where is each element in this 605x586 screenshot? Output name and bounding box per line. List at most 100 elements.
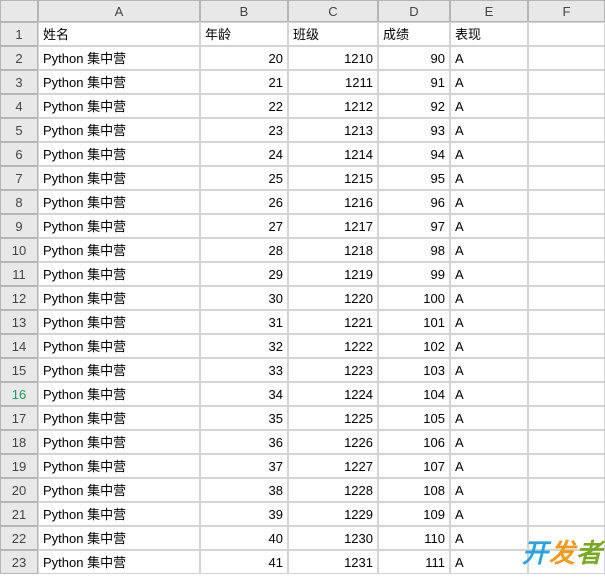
cell-B15[interactable]: 33: [200, 358, 288, 382]
cell-A16[interactable]: Python 集中营: [38, 382, 200, 406]
cell-D9[interactable]: 97: [378, 214, 450, 238]
cell-F7[interactable]: [528, 166, 605, 190]
cell-D11[interactable]: 99: [378, 262, 450, 286]
cell-A23[interactable]: Python 集中营: [38, 550, 200, 574]
column-header-B[interactable]: B: [200, 0, 288, 22]
cell-B21[interactable]: 39: [200, 502, 288, 526]
column-header-E[interactable]: E: [450, 0, 528, 22]
cell-E18[interactable]: A: [450, 430, 528, 454]
cell-F9[interactable]: [528, 214, 605, 238]
cell-E16[interactable]: A: [450, 382, 528, 406]
cell-A20[interactable]: Python 集中营: [38, 478, 200, 502]
cell-A18[interactable]: Python 集中营: [38, 430, 200, 454]
cell-D3[interactable]: 91: [378, 70, 450, 94]
cell-C3[interactable]: 1211: [288, 70, 378, 94]
cell-D16[interactable]: 104: [378, 382, 450, 406]
cell-D2[interactable]: 90: [378, 46, 450, 70]
cell-B9[interactable]: 27: [200, 214, 288, 238]
cell-F17[interactable]: [528, 406, 605, 430]
cell-B16[interactable]: 34: [200, 382, 288, 406]
cell-F1[interactable]: [528, 22, 605, 46]
cell-B11[interactable]: 29: [200, 262, 288, 286]
cell-F18[interactable]: [528, 430, 605, 454]
cell-B13[interactable]: 31: [200, 310, 288, 334]
cell-B18[interactable]: 36: [200, 430, 288, 454]
cell-D14[interactable]: 102: [378, 334, 450, 358]
row-header-17[interactable]: 17: [0, 406, 38, 430]
cell-C5[interactable]: 1213: [288, 118, 378, 142]
cell-D15[interactable]: 103: [378, 358, 450, 382]
cell-B23[interactable]: 41: [200, 550, 288, 574]
cell-C23[interactable]: 1231: [288, 550, 378, 574]
cell-D12[interactable]: 100: [378, 286, 450, 310]
cell-A13[interactable]: Python 集中营: [38, 310, 200, 334]
cell-E2[interactable]: A: [450, 46, 528, 70]
cell-E11[interactable]: A: [450, 262, 528, 286]
cell-B22[interactable]: 40: [200, 526, 288, 550]
cell-E15[interactable]: A: [450, 358, 528, 382]
row-header-5[interactable]: 5: [0, 118, 38, 142]
column-header-D[interactable]: D: [378, 0, 450, 22]
cell-E14[interactable]: A: [450, 334, 528, 358]
select-all-corner[interactable]: [0, 0, 38, 22]
cell-C1[interactable]: 班级: [288, 22, 378, 46]
row-header-23[interactable]: 23: [0, 550, 38, 574]
cell-B3[interactable]: 21: [200, 70, 288, 94]
row-header-15[interactable]: 15: [0, 358, 38, 382]
cell-E5[interactable]: A: [450, 118, 528, 142]
column-header-F[interactable]: F: [528, 0, 605, 22]
cell-A14[interactable]: Python 集中营: [38, 334, 200, 358]
cell-F4[interactable]: [528, 94, 605, 118]
cell-E22[interactable]: A: [450, 526, 528, 550]
cell-A2[interactable]: Python 集中营: [38, 46, 200, 70]
cell-F8[interactable]: [528, 190, 605, 214]
cell-D4[interactable]: 92: [378, 94, 450, 118]
cell-C16[interactable]: 1224: [288, 382, 378, 406]
cell-B5[interactable]: 23: [200, 118, 288, 142]
cell-E19[interactable]: A: [450, 454, 528, 478]
row-header-4[interactable]: 4: [0, 94, 38, 118]
cell-C10[interactable]: 1218: [288, 238, 378, 262]
cell-C21[interactable]: 1229: [288, 502, 378, 526]
cell-C12[interactable]: 1220: [288, 286, 378, 310]
cell-C13[interactable]: 1221: [288, 310, 378, 334]
column-header-A[interactable]: A: [38, 0, 200, 22]
cell-C8[interactable]: 1216: [288, 190, 378, 214]
cell-F5[interactable]: [528, 118, 605, 142]
cell-D20[interactable]: 108: [378, 478, 450, 502]
cell-E7[interactable]: A: [450, 166, 528, 190]
cell-D8[interactable]: 96: [378, 190, 450, 214]
cell-D18[interactable]: 106: [378, 430, 450, 454]
cell-A19[interactable]: Python 集中营: [38, 454, 200, 478]
row-header-12[interactable]: 12: [0, 286, 38, 310]
cell-C2[interactable]: 1210: [288, 46, 378, 70]
row-header-19[interactable]: 19: [0, 454, 38, 478]
cell-B6[interactable]: 24: [200, 142, 288, 166]
cell-E23[interactable]: A: [450, 550, 528, 574]
cell-F22[interactable]: [528, 526, 605, 550]
cell-F3[interactable]: [528, 70, 605, 94]
cell-C20[interactable]: 1228: [288, 478, 378, 502]
cell-D10[interactable]: 98: [378, 238, 450, 262]
row-header-22[interactable]: 22: [0, 526, 38, 550]
row-header-13[interactable]: 13: [0, 310, 38, 334]
cell-B8[interactable]: 26: [200, 190, 288, 214]
cell-F15[interactable]: [528, 358, 605, 382]
cell-F12[interactable]: [528, 286, 605, 310]
cell-D13[interactable]: 101: [378, 310, 450, 334]
row-header-16[interactable]: 16: [0, 382, 38, 406]
cell-A3[interactable]: Python 集中营: [38, 70, 200, 94]
cell-A10[interactable]: Python 集中营: [38, 238, 200, 262]
cell-B4[interactable]: 22: [200, 94, 288, 118]
cell-A1[interactable]: 姓名: [38, 22, 200, 46]
cell-E10[interactable]: A: [450, 238, 528, 262]
row-header-6[interactable]: 6: [0, 142, 38, 166]
cell-C11[interactable]: 1219: [288, 262, 378, 286]
row-header-11[interactable]: 11: [0, 262, 38, 286]
row-header-3[interactable]: 3: [0, 70, 38, 94]
cell-F14[interactable]: [528, 334, 605, 358]
cell-A6[interactable]: Python 集中营: [38, 142, 200, 166]
cell-E12[interactable]: A: [450, 286, 528, 310]
cell-A22[interactable]: Python 集中营: [38, 526, 200, 550]
cell-F2[interactable]: [528, 46, 605, 70]
